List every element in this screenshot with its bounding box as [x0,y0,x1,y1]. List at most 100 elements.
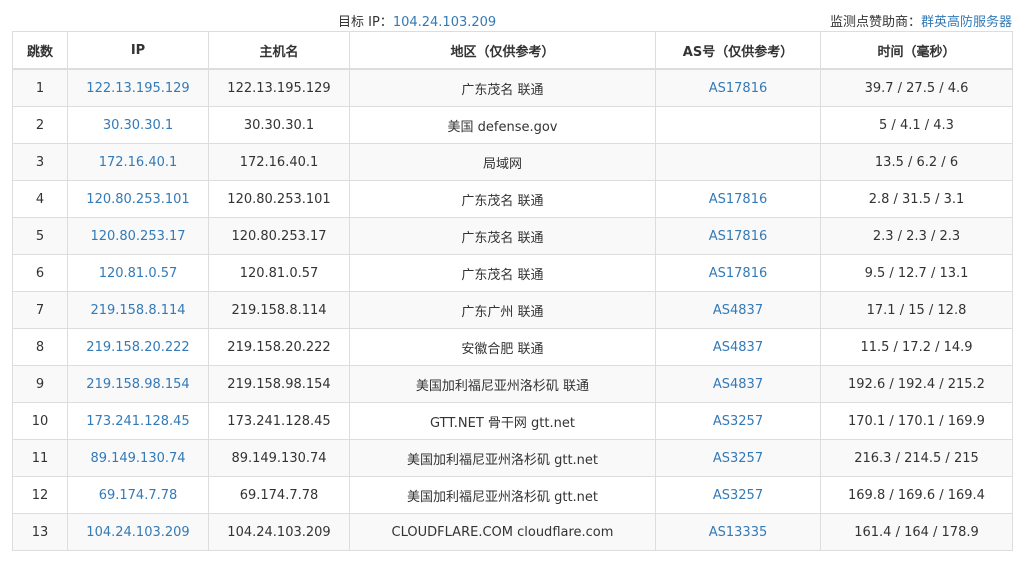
as-cell: AS17816 [655,254,821,292]
ip-cell: 219.158.8.114 [67,291,209,329]
ip-link[interactable]: 120.80.253.17 [90,229,185,244]
as-link[interactable]: AS17816 [709,192,768,207]
hostname-cell: 104.24.103.209 [208,513,350,551]
table-body: 1 122.13.195.129 122.13.195.129 广东茂名 联通 AS17… [12,68,1013,551]
table-row: 1 122.13.195.129 122.13.195.129 广东茂名 联通 AS17… [12,68,1013,107]
time-cell: 169.8 / 169.6 / 169.4 [820,476,1013,514]
hostname-cell: 120.80.253.101 [208,180,350,218]
as-link[interactable]: AS13335 [709,525,768,540]
hostname-cell: 69.174.7.78 [208,476,350,514]
target-ip-info: 目标 IP：104.24.103.209 [338,11,496,30]
ip-link[interactable]: 172.16.40.1 [99,155,178,170]
ip-link[interactable]: 122.13.195.129 [86,81,189,96]
column-header-region: 地区（仅供参考） [349,31,656,70]
ip-link[interactable]: 219.158.20.222 [86,340,189,355]
time-cell: 2.8 / 31.5 / 3.1 [820,180,1013,218]
as-cell: AS3257 [655,402,821,440]
as-cell: AS4837 [655,291,821,329]
table-header: 跳数 IP 主机名 地区（仅供参考） AS号（仅供参考） 时间（毫秒） [12,31,1013,70]
ip-link[interactable]: 104.24.103.209 [86,525,189,540]
as-cell: AS17816 [655,180,821,218]
ip-link[interactable]: 173.241.128.45 [86,414,189,429]
ip-link[interactable]: 30.30.30.1 [103,118,173,133]
table-row: 6 120.81.0.57 120.81.0.57 广东茂名 联通 AS17816 9.5… [12,254,1013,292]
hop-cell: 8 [12,328,68,366]
table-row: 4 120.80.253.101 120.80.253.101 广东茂名 联通 AS17… [12,180,1013,218]
ip-cell: 120.81.0.57 [67,254,209,292]
trace-header: 目标 IP：104.24.103.209 监测点赞助商：群英高防服务器 [0,0,1022,32]
hostname-cell: 172.16.40.1 [208,143,350,181]
as-link[interactable]: AS4837 [713,377,763,392]
time-cell: 192.6 / 192.4 / 215.2 [820,365,1013,403]
time-cell: 161.4 / 164 / 178.9 [820,513,1013,551]
table-row: 3 172.16.40.1 172.16.40.1 局域网 13.5 / 6.2 / 6 [12,143,1013,181]
ip-cell: 172.16.40.1 [67,143,209,181]
hostname-cell: 120.80.253.17 [208,217,350,255]
hostname-cell: 122.13.195.129 [208,68,350,107]
time-cell: 13.5 / 6.2 / 6 [820,143,1013,181]
region-cell: 广东茂名 联通 [349,68,656,107]
as-cell [655,106,821,144]
hop-cell: 13 [12,513,68,551]
traceroute-table: 跳数 IP 主机名 地区（仅供参考） AS号（仅供参考） 时间（毫秒） 1 122… [12,31,1013,551]
as-link[interactable]: AS3257 [713,451,763,466]
as-link[interactable]: AS17816 [709,81,768,96]
as-link[interactable]: AS4837 [713,303,763,318]
hostname-cell: 120.81.0.57 [208,254,350,292]
hop-cell: 2 [12,106,68,144]
column-header-hop: 跳数 [12,31,68,70]
column-header-time: 时间（毫秒） [820,31,1013,70]
table-row: 7 219.158.8.114 219.158.8.114 广东广州 联通 AS4837… [12,291,1013,329]
as-cell [655,143,821,181]
region-cell: 局域网 [349,143,656,181]
ip-cell: 30.30.30.1 [67,106,209,144]
as-link[interactable]: AS4837 [713,340,763,355]
ip-link[interactable]: 219.158.98.154 [86,377,189,392]
table-row: 5 120.80.253.17 120.80.253.17 广东茂名 联通 AS1781… [12,217,1013,255]
hop-cell: 3 [12,143,68,181]
region-cell: 美国加利福尼亚州洛杉矶 联通 [349,365,656,403]
region-cell: 广东茂名 联通 [349,180,656,218]
table-row: 8 219.158.20.222 219.158.20.222 安徽合肥 联通 AS48… [12,328,1013,366]
target-ip-link[interactable]: 104.24.103.209 [393,15,496,30]
ip-link[interactable]: 120.80.253.101 [86,192,189,207]
region-cell: 广东茂名 联通 [349,254,656,292]
region-cell: 美国加利福尼亚州洛杉矶 gtt.net [349,439,656,477]
time-cell: 5 / 4.1 / 4.3 [820,106,1013,144]
ip-link[interactable]: 69.174.7.78 [99,488,178,503]
table-row: 2 30.30.30.1 30.30.30.1 美国 defense.gov 5 / 4… [12,106,1013,144]
table-row: 9 219.158.98.154 219.158.98.154 美国加利福尼亚州洛杉矶… [12,365,1013,403]
table-row: 10 173.241.128.45 173.241.128.45 GTT.NET 骨干… [12,402,1013,440]
hop-cell: 4 [12,180,68,218]
as-cell: AS4837 [655,328,821,366]
region-cell: 安徽合肥 联通 [349,328,656,366]
as-link[interactable]: AS3257 [713,488,763,503]
sponsor-link[interactable]: 群英高防服务器 [921,15,1012,30]
column-header-hostname: 主机名 [208,31,350,70]
hostname-cell: 89.149.130.74 [208,439,350,477]
as-link[interactable]: AS3257 [713,414,763,429]
as-cell: AS13335 [655,513,821,551]
hostname-cell: 173.241.128.45 [208,402,350,440]
as-cell: AS17816 [655,217,821,255]
hostname-cell: 219.158.8.114 [208,291,350,329]
hop-cell: 9 [12,365,68,403]
target-ip-label: 目标 IP： [338,15,393,30]
table-row: 13 104.24.103.209 104.24.103.209 CLOUDFLARE… [12,513,1013,551]
ip-link[interactable]: 120.81.0.57 [99,266,178,281]
as-link[interactable]: AS17816 [709,229,768,244]
ip-link[interactable]: 219.158.8.114 [90,303,185,318]
time-cell: 2.3 / 2.3 / 2.3 [820,217,1013,255]
ip-cell: 69.174.7.78 [67,476,209,514]
region-cell: GTT.NET 骨干网 gtt.net [349,402,656,440]
hostname-cell: 219.158.20.222 [208,328,350,366]
hop-cell: 5 [12,217,68,255]
ip-cell: 219.158.98.154 [67,365,209,403]
hostname-cell: 219.158.98.154 [208,365,350,403]
hop-cell: 7 [12,291,68,329]
time-cell: 170.1 / 170.1 / 169.9 [820,402,1013,440]
hop-cell: 10 [12,402,68,440]
ip-cell: 122.13.195.129 [67,68,209,107]
ip-link[interactable]: 89.149.130.74 [90,451,185,466]
as-link[interactable]: AS17816 [709,266,768,281]
